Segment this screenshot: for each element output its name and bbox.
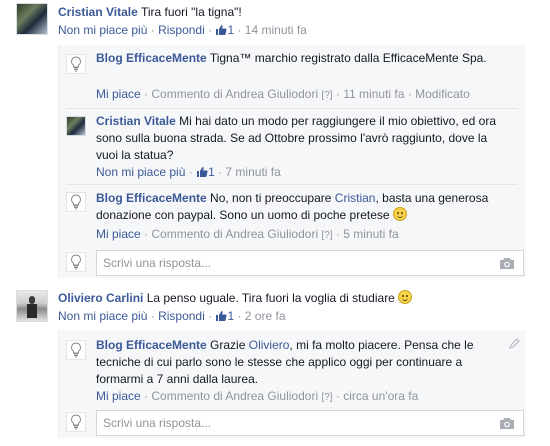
reply-cristian: Cristian Vitale Mi hai dato un modo per … [96, 113, 508, 164]
reply-blog-2: Blog EfficaceMente No, non ti preoccupar… [96, 190, 510, 224]
reply-blog-3: Blog EfficaceMente Grazie Oliviero, mi f… [96, 337, 508, 388]
reply-box [96, 250, 524, 276]
reply-author[interactable]: Cristian Vitale [96, 114, 176, 128]
comment-by: Commento di Andrea Giuliodori [151, 227, 319, 241]
comment-by: Commento di Andrea Giuliodori [151, 389, 319, 403]
like-count[interactable]: 1 [208, 165, 215, 179]
help-hint[interactable]: [?] [321, 90, 332, 101]
smile-emoji-icon [398, 290, 413, 304]
avatar-cristian-vitale[interactable] [16, 3, 48, 35]
reply-text-a: No, non ti preoccupare [210, 191, 335, 205]
reply-box [96, 410, 524, 436]
like-link[interactable]: Mi piace [96, 87, 141, 101]
comment-actions: Non mi piace più · Rispondi · 1 · 2 ore … [58, 308, 286, 327]
avatar-cristian-vitale-small[interactable] [66, 116, 86, 136]
lightbulb-icon[interactable] [66, 54, 86, 74]
reply-time[interactable]: 11 minuti fa [343, 87, 404, 101]
lightbulb-icon[interactable] [66, 192, 86, 212]
camera-icon[interactable] [499, 417, 515, 433]
pencil-edit-icon[interactable] [509, 338, 520, 352]
thumbs-up-icon [215, 24, 227, 41]
divider [66, 108, 518, 109]
unlike-link[interactable]: Non mi piace più [58, 23, 147, 37]
mention-link[interactable]: Cristian [335, 191, 376, 205]
edited-label[interactable]: Modificato [415, 87, 470, 101]
comment-text: La penso uguale. Tira fuori la voglia di… [146, 291, 395, 305]
reply-actions: Mi piace · Commento di Andrea Giuliodori… [96, 87, 470, 101]
camera-icon[interactable] [499, 257, 515, 273]
reply-blog-1: Blog EfficaceMente Tigna™ marchio regist… [96, 50, 506, 67]
thumbs-up-icon [215, 310, 227, 327]
reply-link[interactable]: Rispondi [158, 309, 205, 323]
reply-actions: Non mi piace più · 1 · 7 minuti fa [96, 164, 281, 183]
like-count[interactable]: 1 [227, 23, 234, 37]
lightbulb-icon[interactable] [66, 340, 86, 360]
reply-text-a: Grazie [210, 338, 249, 352]
comment-by: Commento di Andrea Giuliodori [151, 87, 319, 101]
like-link[interactable]: Mi piace [96, 389, 141, 403]
unlike-link[interactable]: Non mi piace più [58, 309, 147, 323]
help-hint[interactable]: [?] [321, 230, 332, 241]
avatar-oliviero-carlini[interactable] [16, 290, 48, 322]
reply-time[interactable]: circa un'ora fa [343, 389, 418, 403]
thumbs-up-icon [196, 166, 208, 183]
reply-author[interactable]: Blog EfficaceMente [96, 191, 207, 205]
divider [66, 184, 518, 185]
mention-link[interactable]: Oliviero [249, 338, 290, 352]
lightbulb-icon [66, 252, 86, 272]
reply-author[interactable]: Blog EfficaceMente [96, 338, 207, 352]
like-link[interactable]: Mi piace [96, 227, 141, 241]
reply-link[interactable]: Rispondi [158, 23, 205, 37]
comment-author[interactable]: Oliviero Carlini [58, 291, 143, 305]
reply-input[interactable] [97, 411, 477, 435]
comment-oliviero: Oliviero Carlini La penso uguale. Tira f… [58, 290, 518, 307]
help-hint[interactable]: [?] [321, 392, 332, 403]
comment-text: Tira fuori "la tigna"! [140, 5, 242, 19]
comment-actions: Non mi piace più · Rispondi · 1 · 14 min… [58, 22, 307, 41]
lightbulb-icon [66, 412, 86, 432]
reply-actions: Mi piace · Commento di Andrea Giuliodori… [96, 227, 399, 241]
reply-time[interactable]: 5 minuti fa [343, 227, 398, 241]
reply-actions: Mi piace · Commento di Andrea Giuliodori… [96, 389, 419, 403]
comment-cristian-1: Cristian Vitale Tira fuori "la tigna"! [58, 4, 518, 21]
smile-emoji-icon [392, 207, 407, 221]
comment-time[interactable]: 2 ore fa [245, 309, 286, 323]
like-count[interactable]: 1 [227, 309, 234, 323]
reply-time[interactable]: 7 minuti fa [225, 165, 280, 179]
reply-author[interactable]: Blog EfficaceMente [96, 51, 207, 65]
comment-author[interactable]: Cristian Vitale [58, 5, 138, 19]
reply-text: Tigna™ marchio registrato dalla Efficace… [209, 51, 487, 65]
reply-input[interactable] [97, 251, 477, 275]
unlike-link[interactable]: Non mi piace più [96, 165, 185, 179]
comment-time[interactable]: 14 minuti fa [245, 23, 307, 37]
